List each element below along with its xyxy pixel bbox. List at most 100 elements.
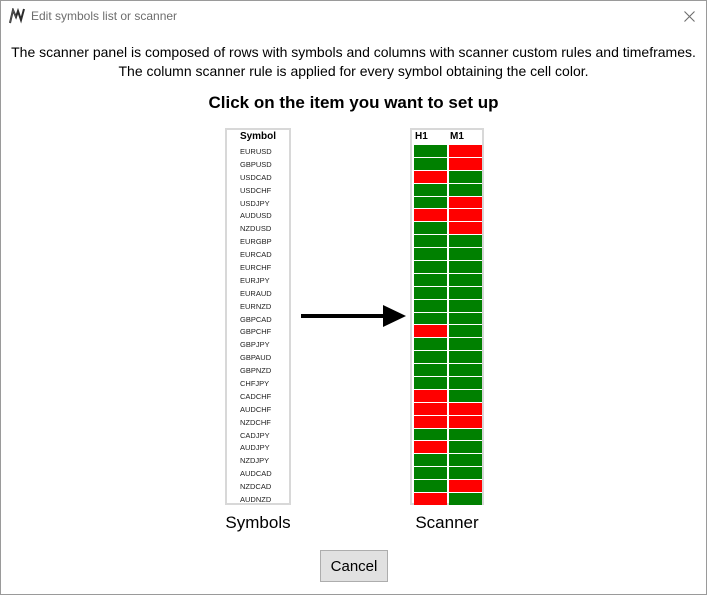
symbol-list: EURUSD GBPUSD USDCAD USDCHF USDJPY AUDUSD NZDU…: [227, 146, 289, 507]
symbol-list-item: EURJPY: [240, 275, 270, 285]
scanner-cell-green: [414, 157, 447, 170]
scanner-row: [414, 480, 482, 493]
scanner-row: [414, 389, 482, 403]
scanner-cell-red: [449, 222, 482, 235]
scanner-cell-green: [449, 389, 482, 402]
symbol-list-item: GBPUSD: [240, 159, 272, 169]
dialog-window: Edit symbols list or scanner The scanner…: [0, 0, 707, 595]
symbol-list-item: AUDUSD: [240, 211, 272, 221]
right-arrow-icon: [301, 305, 406, 327]
scanner-cell-green: [414, 145, 447, 157]
symbol-list-item: NZDJPY: [240, 456, 270, 466]
scanner-grid: [414, 145, 482, 506]
scanner-cell-green: [449, 273, 482, 286]
scanner-row: [414, 222, 482, 235]
symbol-list-item: EURAUD: [240, 288, 272, 298]
scanner-cell-red: [449, 415, 482, 428]
symbol-list-item: AUDNZD: [240, 495, 272, 505]
symbol-list-item: AUDCHF: [240, 404, 272, 414]
symbol-column-header: Symbol: [239, 131, 277, 142]
scanner-cell-green: [414, 351, 447, 364]
symbol-list-item: GBPCHF: [240, 327, 272, 337]
scanner-cell-red: [449, 209, 482, 222]
scanner-row: [414, 261, 482, 274]
symbol-list-item: NZDUSD: [240, 224, 272, 234]
scanner-row: [414, 402, 482, 416]
symbol-list-item: CHFJPY: [240, 379, 270, 389]
scanner-cell-red: [414, 209, 447, 222]
symbol-list-item: EURGBP: [240, 237, 272, 247]
chart-logo-icon: [9, 8, 25, 24]
title-bar: Edit symbols list or scanner: [1, 1, 706, 32]
scanner-row: [414, 493, 482, 506]
scanner-cell-green: [449, 325, 482, 338]
scanner-cell-green: [449, 364, 482, 377]
scanner-row: [414, 273, 482, 287]
scanner-cell-red: [449, 157, 482, 170]
symbol-list-item: EURNZD: [240, 301, 272, 311]
symbol-list-item: GBPCAD: [240, 314, 272, 324]
scanner-cell-red: [414, 441, 447, 454]
scanner-cell-red: [414, 389, 447, 402]
symbol-list-item: USDCHF: [240, 185, 272, 195]
symbol-list-item: GBPNZD: [240, 366, 272, 376]
scanner-cell-green: [414, 261, 447, 273]
scanner-cell-green: [414, 248, 447, 261]
scanner-row: [414, 364, 482, 377]
scanner-cell-green: [414, 286, 447, 299]
scanner-cell-green: [449, 183, 482, 196]
scanner-column-headers: H1 M1: [412, 131, 482, 144]
scanner-row: [414, 325, 482, 338]
close-icon: [683, 11, 695, 22]
scanner-row: [414, 312, 482, 326]
scanner-cell-green: [414, 222, 447, 235]
scanner-cell-green: [449, 170, 482, 183]
description-line-2: The column scanner rule is applied for e…: [118, 63, 589, 79]
symbol-list-item: USDCAD: [240, 172, 272, 182]
scanner-row: [414, 196, 482, 210]
scanner-cell-green: [449, 428, 482, 441]
scanner-row: [414, 454, 482, 467]
scanner-cell-green: [414, 338, 447, 351]
cancel-button[interactable]: Cancel: [320, 550, 388, 582]
scanner-cell-red: [414, 325, 447, 338]
scanner-cell-green: [449, 351, 482, 364]
scanner-cell-red: [414, 402, 447, 415]
description-text: The scanner panel is composed of rows wi…: [1, 43, 706, 81]
close-button[interactable]: [672, 1, 706, 32]
instruction-heading: Click on the item you want to set up: [208, 93, 499, 112]
symbol-list-item: USDJPY: [240, 198, 270, 208]
scanner-row: [414, 351, 482, 364]
scanner-row: [414, 338, 482, 351]
scanner-cell-red: [449, 145, 482, 157]
scanner-row: [414, 286, 482, 300]
scanner-cell-red: [414, 170, 447, 183]
scanner-cell-red: [414, 415, 447, 428]
scanner-cell-green: [414, 467, 447, 480]
window-title: Edit symbols list or scanner: [31, 9, 178, 23]
scanner-cell-green: [449, 299, 482, 312]
symbol-list-item: AUDCAD: [240, 469, 272, 479]
scanner-cell-green: [449, 312, 482, 325]
scanner-cell-green: [414, 235, 447, 248]
scanner-cell-green: [449, 493, 482, 505]
symbol-list-item: GBPAUD: [240, 353, 272, 363]
scanner-cell-green: [414, 480, 447, 493]
scanner-cell-red: [414, 493, 447, 505]
scanner-cell-green: [414, 364, 447, 377]
scanner-cell-green: [449, 248, 482, 261]
scanner-panel[interactable]: H1 M1: [410, 128, 484, 505]
scanner-row: [414, 170, 482, 184]
symbol-list-item: EURCHF: [240, 263, 272, 273]
symbols-panel[interactable]: Symbol EURUSD GBPUSD USDCAD USDCHF USDJPY AUD…: [225, 128, 291, 505]
scanner-cell-green: [449, 338, 482, 351]
scanner-row: [414, 145, 482, 158]
scanner-cell-green: [449, 286, 482, 299]
scanner-row: [414, 209, 482, 222]
scanner-cell-green: [414, 377, 447, 389]
scanner-cell-red: [449, 196, 482, 209]
scanner-cell-green: [414, 196, 447, 209]
scanner-row: [414, 441, 482, 454]
symbols-caption: Symbols: [225, 513, 291, 532]
scanner-cell-green: [449, 441, 482, 454]
